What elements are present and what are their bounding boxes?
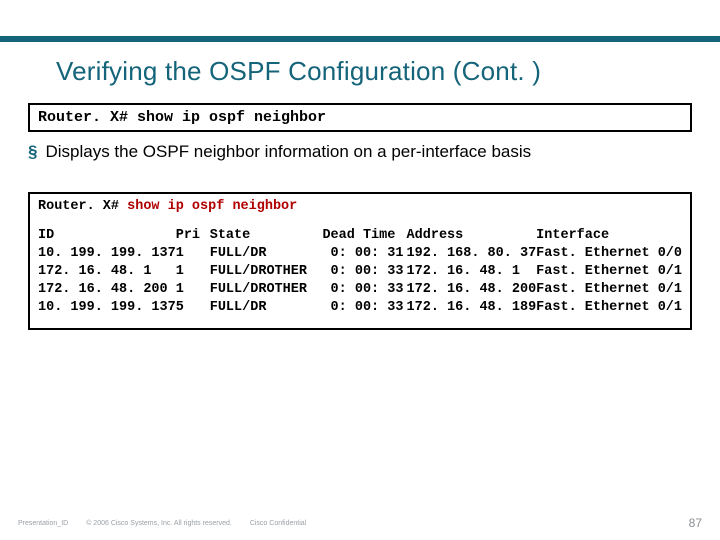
col-address: Address 192. 168. 80. 37 172. 16. 48. 1 … (407, 227, 537, 318)
col-interface: Interface Fast. Ethernet 0/0 Fast. Ether… (536, 227, 682, 318)
bullet-text: Displays the OSPF neighbor information o… (45, 142, 531, 162)
col-state: State FULL/DR FULL/DROTHER FULL/DROTHER … (210, 227, 323, 318)
col-deadtime: Dead Time 0: 00: 31 0: 00: 33 0: 00: 33 … (322, 227, 406, 318)
cli-command: show ip ospf neighbor (127, 199, 297, 214)
command-box-top: Router. X# show ip ospf neighbor (28, 103, 692, 132)
bullet-marker: § (28, 142, 37, 162)
col-id: ID 10. 199. 199. 137 172. 16. 48. 1 172.… (38, 227, 176, 318)
footer: Presentation_ID © 2006 Cisco Systems, In… (0, 516, 720, 530)
col-pri: Pri 1 1 1 5 (176, 227, 210, 318)
bullet-line: § Displays the OSPF neighbor information… (0, 132, 720, 162)
cli-prompt: Router. X# (38, 199, 119, 214)
command-line: Router. X# show ip ospf neighbor (38, 198, 682, 216)
footer-copyright: © 2006 Cisco Systems, Inc. All rights re… (86, 520, 232, 527)
command-output-box: Router. X# show ip ospf neighbor ID 10. … (28, 192, 692, 329)
footer-confidential: Cisco Confidential (250, 520, 306, 527)
slide: Verifying the OSPF Configuration (Cont. … (0, 0, 720, 540)
output-columns: ID 10. 199. 199. 137 172. 16. 48. 1 172.… (38, 227, 682, 318)
footer-presentation-id: Presentation_ID (18, 520, 68, 527)
page-number: 87 (689, 516, 702, 530)
command-text-top: Router. X# show ip ospf neighbor (38, 109, 326, 126)
top-border (0, 0, 720, 42)
page-title: Verifying the OSPF Configuration (Cont. … (0, 42, 720, 97)
